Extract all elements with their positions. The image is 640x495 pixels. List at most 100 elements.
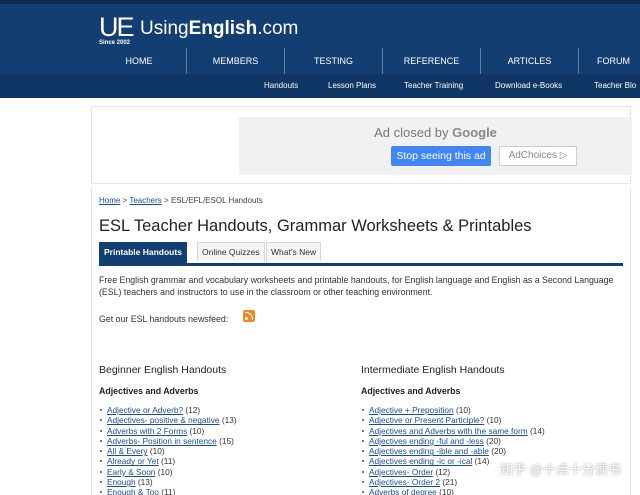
- handout-link[interactable]: Adverbs of degree: [369, 487, 437, 495]
- site-logo[interactable]: UE Since 2002 UsingEnglish.com: [99, 12, 309, 46]
- subnav-teacher-blog[interactable]: Teacher Blo: [594, 74, 636, 98]
- tab-online-quizzes[interactable]: Online Quizzes: [197, 242, 265, 261]
- content-tabs: Printable Handouts Online Quizzes What's…: [99, 242, 623, 266]
- list-item: Adjectives ending -ful and -less (20): [361, 436, 611, 446]
- list-item: Adjective or Adverb? (12): [99, 405, 349, 415]
- handout-count: (10): [157, 466, 173, 477]
- handout-count: (10): [486, 415, 502, 426]
- handout-link[interactable]: Early & Soon: [107, 467, 155, 477]
- breadcrumb-separator: >: [164, 196, 169, 205]
- ad-area: Ad closed by Google Stop seeing this ad …: [91, 106, 632, 184]
- beginner-subheading: Adjectives and Adverbs: [99, 386, 199, 396]
- logo-text-bold: English: [188, 18, 258, 39]
- newsfeed-label: Get our ESL handouts newsfeed:: [99, 314, 229, 324]
- beginner-column: Beginner English Handouts Adjectives and…: [99, 364, 349, 495]
- list-item: Adverbs of degree (10): [361, 487, 611, 495]
- beginner-heading: Beginner English Handouts: [99, 364, 227, 376]
- logo-text-prefix: Using: [140, 18, 189, 39]
- list-item: All & Every (10): [99, 446, 349, 456]
- logo-mark-text: UE: [99, 12, 134, 42]
- handout-count: (14): [529, 425, 545, 436]
- google-brand: Google: [452, 125, 497, 140]
- handout-count: (10): [439, 487, 454, 495]
- list-item: Adjectives- positive & negative (13): [99, 415, 349, 425]
- handout-count: (14): [474, 456, 490, 467]
- subnav-teacher-training[interactable]: Teacher Training: [404, 74, 463, 98]
- ad-closed-text: Ad closed by: [374, 125, 449, 140]
- breadcrumb-home[interactable]: Home: [99, 196, 120, 205]
- handout-count: (10): [455, 405, 471, 415]
- nav-forum[interactable]: FORUM: [579, 48, 640, 74]
- handout-count: (10): [149, 446, 165, 457]
- handout-count: (11): [161, 487, 176, 495]
- handout-link[interactable]: Adjectives ending -ible and -able: [369, 446, 489, 456]
- handout-link[interactable]: Adjectives ending -ful and -less: [369, 436, 484, 446]
- list-item: Enough (13): [99, 477, 349, 487]
- handout-count: (12): [435, 466, 451, 477]
- handout-count: (13): [221, 415, 237, 426]
- watermark: 知乎 @十点十分读书: [500, 462, 621, 477]
- handout-count: (20): [491, 446, 506, 457]
- adchoices-button[interactable]: AdChoices ▷: [499, 146, 577, 166]
- nav-home[interactable]: HOME: [92, 48, 187, 74]
- list-item: Early & Soon (10): [99, 467, 349, 477]
- list-item: Adjectives- Order 2 (21): [361, 477, 611, 487]
- breadcrumb-separator: >: [122, 196, 128, 205]
- handout-link[interactable]: Adverbs- Position in sentence: [107, 436, 217, 446]
- handout-link[interactable]: Adjectives- Order: [369, 467, 433, 477]
- handout-count: (13): [137, 477, 153, 488]
- handout-link[interactable]: Adjective or Adverb?: [107, 405, 183, 415]
- tab-printable-handouts[interactable]: Printable Handouts: [99, 242, 187, 263]
- intermediate-list: Adjective + Preposition (10) Adjective or…: [361, 405, 611, 495]
- handout-count: (11): [160, 456, 176, 467]
- subnav-handouts[interactable]: Handouts: [264, 74, 298, 98]
- list-item: Adverbs with 2 Forms (10): [99, 426, 349, 436]
- breadcrumb-teachers[interactable]: Teachers: [129, 196, 161, 205]
- main-content: Home > Teachers > ESL/EFL/ESOL Handouts …: [91, 188, 631, 495]
- ad-closed-message: Ad closed by Google: [239, 125, 632, 140]
- handout-count: (20): [486, 435, 501, 446]
- handout-link[interactable]: Adjectives- positive & negative: [107, 415, 220, 425]
- handout-link[interactable]: Adjective or Present Participle?: [369, 415, 484, 425]
- intro-text: Free English grammar and vocabulary work…: [99, 275, 614, 297]
- nav-reference[interactable]: REFERENCE: [383, 48, 481, 74]
- handout-count: (21): [442, 477, 458, 488]
- tab-whats-new[interactable]: What's New: [266, 242, 322, 261]
- header-top-strip: [0, 0, 640, 4]
- list-item: Already or Yet (11): [99, 456, 349, 466]
- beginner-list: Adjective or Adverb? (12) Adjectives- pos…: [99, 405, 349, 495]
- nav-articles[interactable]: ARTICLES: [481, 48, 579, 74]
- handout-link[interactable]: All & Every: [107, 446, 148, 456]
- breadcrumb-current: ESL/EFL/ESOL Handouts: [170, 196, 263, 205]
- handout-link[interactable]: Adjectives- Order 2: [369, 477, 440, 487]
- logo-since: Since 2002: [99, 40, 131, 46]
- intermediate-heading: Intermediate English Handouts: [361, 364, 505, 376]
- list-item: Adjective or Present Participle? (10): [361, 415, 611, 425]
- nav-testing[interactable]: TESTING: [285, 48, 383, 74]
- main-nav: HOME MEMBERS TESTING REFERENCE ARTICLES …: [92, 48, 640, 74]
- handout-count: (12): [185, 405, 201, 415]
- handout-link[interactable]: Adverbs with 2 Forms: [107, 426, 187, 436]
- logo-text: UsingEnglish.com: [140, 18, 298, 40]
- subnav-lesson-plans[interactable]: Lesson Plans: [328, 74, 376, 98]
- site-header: UE Since 2002 UsingEnglish.com HOME MEMB…: [0, 0, 640, 98]
- handout-link[interactable]: Enough & Too: [107, 487, 159, 495]
- page-title: ESL Teacher Handouts, Grammar Worksheets…: [99, 217, 532, 235]
- handout-link[interactable]: Enough: [107, 477, 136, 487]
- handout-count: (15): [219, 435, 234, 446]
- handout-link[interactable]: Already or Yet: [107, 456, 159, 466]
- handout-link[interactable]: Adjective + Preposition: [369, 405, 454, 415]
- logo-text-suffix: .com: [257, 18, 299, 39]
- handout-count: (10): [189, 425, 205, 436]
- subnav-download-ebooks[interactable]: Download e-Books: [495, 74, 562, 98]
- list-item: Adjectives and Adverbs with the same for…: [361, 426, 611, 436]
- list-item: Adjective + Preposition (10): [361, 405, 611, 415]
- intermediate-subheading: Adjectives and Adverbs: [361, 386, 461, 396]
- nav-members[interactable]: MEMBERS: [187, 48, 285, 74]
- handout-link[interactable]: Adjectives ending -ic or -ical: [369, 456, 472, 466]
- breadcrumb: Home > Teachers > ESL/EFL/ESOL Handouts: [99, 196, 263, 205]
- list-item: Adverbs- Position in sentence (15): [99, 436, 349, 446]
- rss-icon[interactable]: [243, 310, 255, 322]
- stop-seeing-ad-button[interactable]: Stop seeing this ad: [391, 146, 491, 166]
- handout-link[interactable]: Adjectives and Adverbs with the same for…: [369, 426, 528, 436]
